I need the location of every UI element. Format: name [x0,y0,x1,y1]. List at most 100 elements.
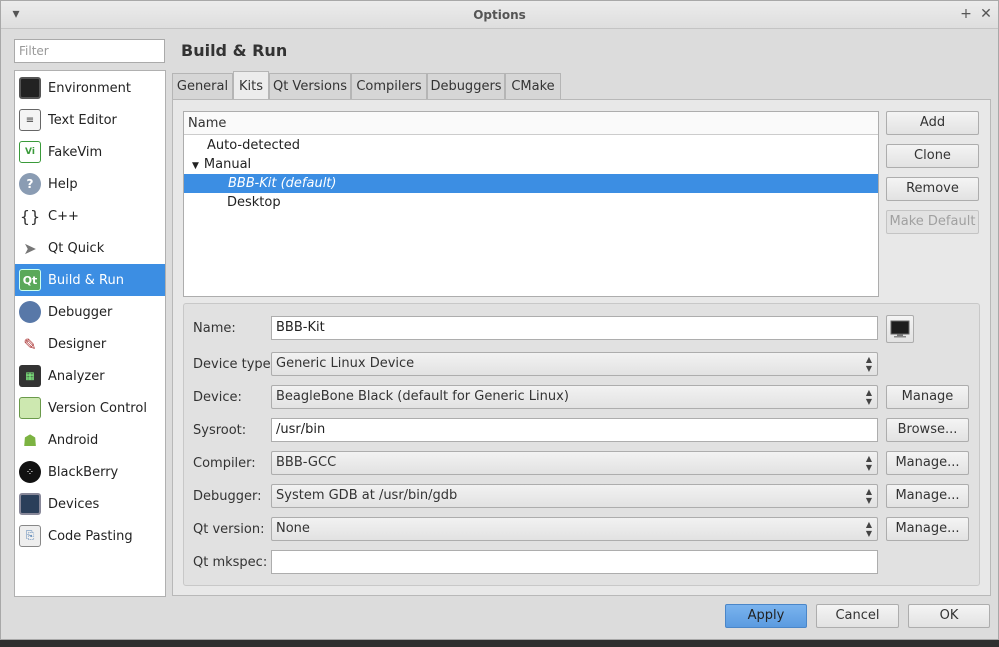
device-manage-button[interactable]: Manage [886,385,969,409]
device-label: Device: [193,390,242,405]
sidebar-item-analyzer[interactable]: ▦ Analyzer [15,360,165,392]
tree-item-auto-detected[interactable]: Auto-detected [184,136,878,155]
sidebar-item-label: Qt Quick [48,240,105,256]
sidebar-item-label: FakeVim [48,144,103,160]
version-control-icon [19,397,41,419]
tab-general[interactable]: General [172,73,233,100]
tree-item-bbb-kit[interactable]: BBB-Kit (default) [184,174,878,193]
sidebar-item-qt-quick[interactable]: ➤ Qt Quick [15,232,165,264]
cancel-button[interactable]: Cancel [816,604,899,628]
cpp-braces-icon: {} [19,206,41,226]
help-icon: ? [19,173,41,195]
sidebar-item-label: C++ [48,208,79,224]
make-default-button[interactable]: Make Default [886,210,979,234]
kit-tree[interactable]: Name Auto-detected ▼ Manual BBB-Kit (defa… [183,111,879,297]
sidebar-item-designer[interactable]: ✎ Designer [15,328,165,360]
ok-button[interactable]: OK [908,604,990,628]
qt-mkspec-label: Qt mkspec: [193,555,268,570]
sidebar-item-label: Text Editor [48,112,117,128]
sidebar-item-fakevim[interactable]: Vi FakeVim [15,136,165,168]
name-label: Name: [193,321,236,336]
device-select[interactable]: BeagleBone Black (default for Generic Li… [271,385,878,409]
remove-button[interactable]: Remove [886,177,979,201]
bug-icon [19,301,41,323]
sidebar-item-android[interactable]: ☗ Android [15,424,165,456]
combo-arrows-icon: ▲ ▼ [865,520,872,538]
filter-input[interactable] [14,39,165,63]
compiler-select[interactable]: BBB-GCC ▲ ▼ [271,451,878,475]
qt-version-value: None [276,521,310,536]
sidebar-item-label: Build & Run [48,272,124,288]
analyzer-icon: ▦ [19,365,41,387]
sidebar-item-label: Android [48,432,99,448]
sidebar-item-label: BlackBerry [48,464,119,480]
tab-debuggers[interactable]: Debuggers [427,73,505,100]
sidebar-item-label: Code Pasting [48,528,133,544]
sidebar-item-environment[interactable]: Environment [15,72,165,104]
tab-cmake[interactable]: CMake [505,73,561,100]
device-type-value: Generic Linux Device [276,356,415,371]
desktop-background [0,640,999,647]
sidebar-item-version-control[interactable]: Version Control [15,392,165,424]
browse-button[interactable]: Browse... [886,418,969,442]
maximize-icon[interactable]: + [957,5,975,23]
debugger-manage-button[interactable]: Manage... [886,484,969,508]
options-dialog: ▾ Options + ✕ Environment ≡ Text Editor … [0,0,999,640]
qt-version-manage-button[interactable]: Manage... [886,517,969,541]
code-paste-icon: ⎘ [19,525,41,547]
kit-details-group [183,303,980,586]
combo-arrows-icon: ▲ ▼ [865,388,872,406]
device-type-select[interactable]: Generic Linux Device ▲ ▼ [271,352,878,376]
combo-arrows-icon: ▲ ▼ [865,454,872,472]
window-title: Options [473,8,526,22]
tree-item-manual[interactable]: ▼ Manual [184,155,878,174]
sidebar-item-help[interactable]: ? Help [15,168,165,200]
sidebar-item-label: Designer [48,336,107,352]
qt-mkspec-field[interactable] [271,550,878,574]
sidebar-item-label: Debugger [48,304,113,320]
qt-build-icon: Qt [19,269,41,291]
category-sidebar: Environment ≡ Text Editor Vi FakeVim ? H… [14,70,166,597]
compiler-value: BBB-GCC [276,455,337,470]
kit-tree-header[interactable]: Name [184,112,878,135]
clone-button[interactable]: Clone [886,144,979,168]
text-editor-icon: ≡ [19,109,41,131]
sidebar-item-label: Environment [48,80,132,96]
tree-item-label: Manual [203,157,252,172]
sidebar-item-code-pasting[interactable]: ⎘ Code Pasting [15,520,165,552]
apply-button[interactable]: Apply [725,604,807,628]
monitor-icon [890,320,910,338]
sidebar-item-build-run[interactable]: Qt Build & Run [15,264,165,296]
sidebar-item-label: Version Control [48,400,147,416]
expand-triangle-icon[interactable]: ▼ [192,161,199,171]
tree-item-desktop[interactable]: Desktop [184,193,878,212]
sidebar-item-debugger[interactable]: Debugger [15,296,165,328]
device-icon [19,493,41,515]
compiler-manage-button[interactable]: Manage... [886,451,969,475]
android-icon: ☗ [22,430,38,450]
title-bar[interactable]: ▾ Options + ✕ [1,1,998,29]
sidebar-item-devices[interactable]: Devices [15,488,165,520]
close-icon[interactable]: ✕ [977,5,995,23]
debugger-select[interactable]: System GDB at /usr/bin/gdb ▲ ▼ [271,484,878,508]
add-button[interactable]: Add [886,111,979,135]
compiler-label: Compiler: [193,456,256,471]
device-type-label: Device type: [193,357,276,372]
qt-version-label: Qt version: [193,522,265,537]
blackberry-icon: ⁘ [19,461,41,483]
tab-kits[interactable]: Kits [233,71,269,99]
sidebar-item-text-editor[interactable]: ≡ Text Editor [15,104,165,136]
sidebar-item-label: Devices [48,496,100,512]
debugger-value: System GDB at /usr/bin/gdb [276,488,458,503]
kit-name-field[interactable]: BBB-Kit [271,316,878,340]
sidebar-item-blackberry[interactable]: ⁘ BlackBerry [15,456,165,488]
sysroot-field[interactable]: /usr/bin [271,418,878,442]
kit-icon-button[interactable] [886,315,914,343]
fakevim-icon: Vi [19,141,41,163]
sidebar-item-cpp[interactable]: {} C++ [15,200,165,232]
paper-plane-icon: ➤ [23,238,37,258]
qt-version-select[interactable]: None ▲ ▼ [271,517,878,541]
tab-compilers[interactable]: Compilers [351,73,427,100]
tab-qt-versions[interactable]: Qt Versions [269,73,351,100]
combo-arrows-icon: ▲ ▼ [865,487,872,505]
